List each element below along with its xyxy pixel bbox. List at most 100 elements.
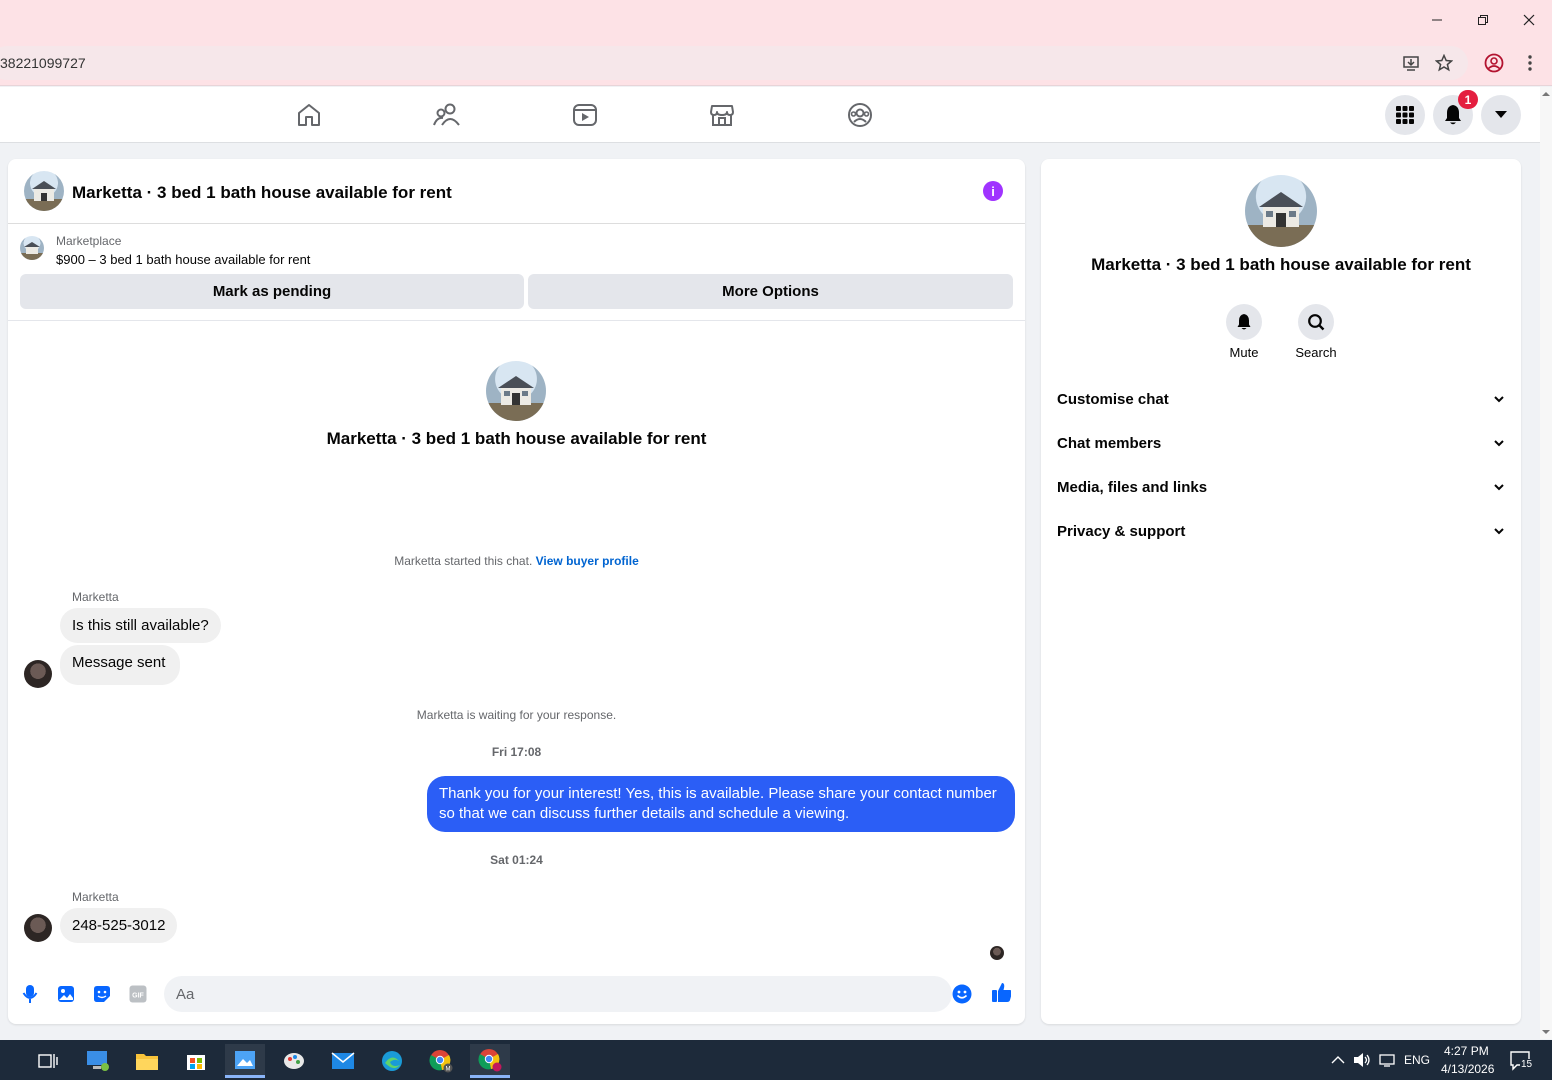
profile-icon[interactable] [1481,50,1507,76]
page-scrollbar[interactable] [1540,87,1552,1039]
read-receipt-avatar [990,946,1004,960]
taskbar-app-chrome-profile-m[interactable]: M [421,1044,461,1078]
grid-menu-icon [1396,106,1414,124]
chat-info-panel: Marketta · 3 bed 1 bath house available … [1041,159,1521,1024]
chevron-down-icon [1494,440,1504,447]
gif-button[interactable]: GIF [128,984,148,1004]
taskbar-app-store[interactable] [176,1044,216,1078]
url-text[interactable]: 38221099727 [0,55,86,71]
section-label: Media, files and links [1057,479,1208,496]
install-app-icon[interactable] [1398,50,1424,76]
view-buyer-profile-link[interactable]: View buyer profile [536,554,639,568]
paint-icon [284,1053,304,1069]
section-label: Customise chat [1057,391,1169,408]
info-title: Marketta · 3 bed 1 bath house available … [1091,255,1471,274]
close-icon [1523,14,1535,26]
browser-toolbar: 38221099727 [0,40,1552,86]
groups-icon [848,103,872,127]
chat-title[interactable]: Marketta · 3 bed 1 bath house available … [72,183,452,203]
incoming-message[interactable]: 248-525-3012 [60,908,178,943]
listing-title[interactable]: $900 – 3 bed 1 bath house available for … [56,252,310,267]
voice-clip-button[interactable] [20,984,40,1004]
chevron-down-icon [1494,528,1504,535]
section-label: Privacy & support [1057,523,1186,540]
message-input[interactable]: Aa [164,976,952,1012]
address-field[interactable]: 38221099727 [0,46,1468,80]
minimize-button[interactable] [1414,0,1460,40]
mark-as-pending-button[interactable]: Mark as pending [20,274,524,309]
clock-time[interactable]: 4:27 PM [1444,1044,1489,1058]
listing-thumbnail[interactable] [20,236,44,260]
started-note-text: Marketta started this chat. [394,554,533,568]
account-button[interactable] [1481,95,1521,135]
emoji-button[interactable] [952,984,972,1004]
nav-friends-tab[interactable] [431,99,463,131]
restore-button[interactable] [1460,0,1506,40]
nav-home-tab[interactable] [293,99,325,131]
show-hidden-icons-icon[interactable] [1331,1055,1345,1065]
sender-name: Marketta [72,590,119,604]
sticker-button[interactable] [92,984,112,1004]
menu-grid-button[interactable] [1385,95,1425,135]
incoming-message[interactable]: Is this still available? [60,608,221,643]
browser-menu-icon[interactable] [1517,50,1543,76]
taskbar-app-computer[interactable] [78,1044,118,1078]
section-privacy-support[interactable]: Privacy & support [1057,517,1505,547]
language-indicator[interactable]: ENG [1404,1053,1430,1067]
computer-icon [87,1051,109,1071]
search-conversation-button[interactable] [1298,304,1334,340]
taskbar-app-image-viewer[interactable] [225,1044,265,1078]
info-icon[interactable]: i [983,181,1003,201]
scroll-up-icon[interactable] [1540,89,1552,99]
chevron-down-icon [1494,396,1504,403]
section-customise-chat[interactable]: Customise chat [1057,385,1505,415]
network-icon[interactable] [1379,1052,1397,1068]
sender-avatar[interactable] [24,660,52,688]
taskbar-app-edge[interactable] [372,1044,412,1078]
action-center-button[interactable]: 15 [1509,1050,1534,1072]
windows-taskbar: M ENG 4:27 PM 4/13/2026 15 [0,1040,1552,1080]
home-icon [298,104,320,126]
marketplace-label: Marketplace [56,234,122,248]
conversation-avatar [486,361,546,421]
chat-panel: Marketta · 3 bed 1 bath house available … [8,159,1025,1024]
listing-avatar[interactable] [24,171,64,211]
chrome-icon: M [429,1050,453,1073]
outgoing-message[interactable]: Thank you for your interest! Yes, this i… [427,776,1015,832]
caret-down-icon [1495,111,1507,118]
incoming-message[interactable]: Message sent [60,645,181,685]
conversation-title: Marketta · 3 bed 1 bath house available … [326,429,707,448]
bookmark-star-icon[interactable] [1431,50,1457,76]
video-icon [573,104,597,126]
marketplace-icon [710,105,734,126]
restore-icon [1478,15,1488,25]
edge-icon [382,1051,402,1071]
store-icon [187,1055,205,1070]
nav-groups-tab[interactable] [844,99,876,131]
taskbar-app-paint[interactable] [274,1044,314,1078]
chrome-icon [478,1048,502,1071]
attach-photo-button[interactable] [56,984,76,1004]
section-chat-members[interactable]: Chat members [1057,429,1505,459]
close-window-button[interactable] [1506,0,1552,40]
nav-video-tab[interactable] [569,99,601,131]
clock-date[interactable]: 4/13/2026 [1441,1062,1494,1076]
taskbar-app-chrome-active[interactable] [470,1044,510,1078]
taskbar-app-mail[interactable] [323,1044,363,1078]
sender-avatar[interactable] [24,914,52,942]
emoji-icon [952,984,972,1004]
nav-marketplace-tab[interactable] [706,99,738,131]
scroll-down-icon[interactable] [1540,1027,1552,1037]
more-options-button[interactable]: More Options [528,274,1013,309]
search-label: Search [1295,345,1337,360]
thumbs-up-icon [992,983,1011,1002]
task-view-icon [38,1054,58,1068]
section-media-files-links[interactable]: Media, files and links [1057,473,1505,503]
taskbar-app-file-explorer[interactable] [127,1044,167,1078]
gif-icon: GIF [129,985,147,1003]
like-button[interactable] [991,982,1011,1002]
volume-icon[interactable] [1353,1052,1371,1068]
bell-icon [1445,105,1461,125]
task-view-button[interactable] [28,1044,68,1078]
mute-button[interactable] [1226,304,1262,340]
